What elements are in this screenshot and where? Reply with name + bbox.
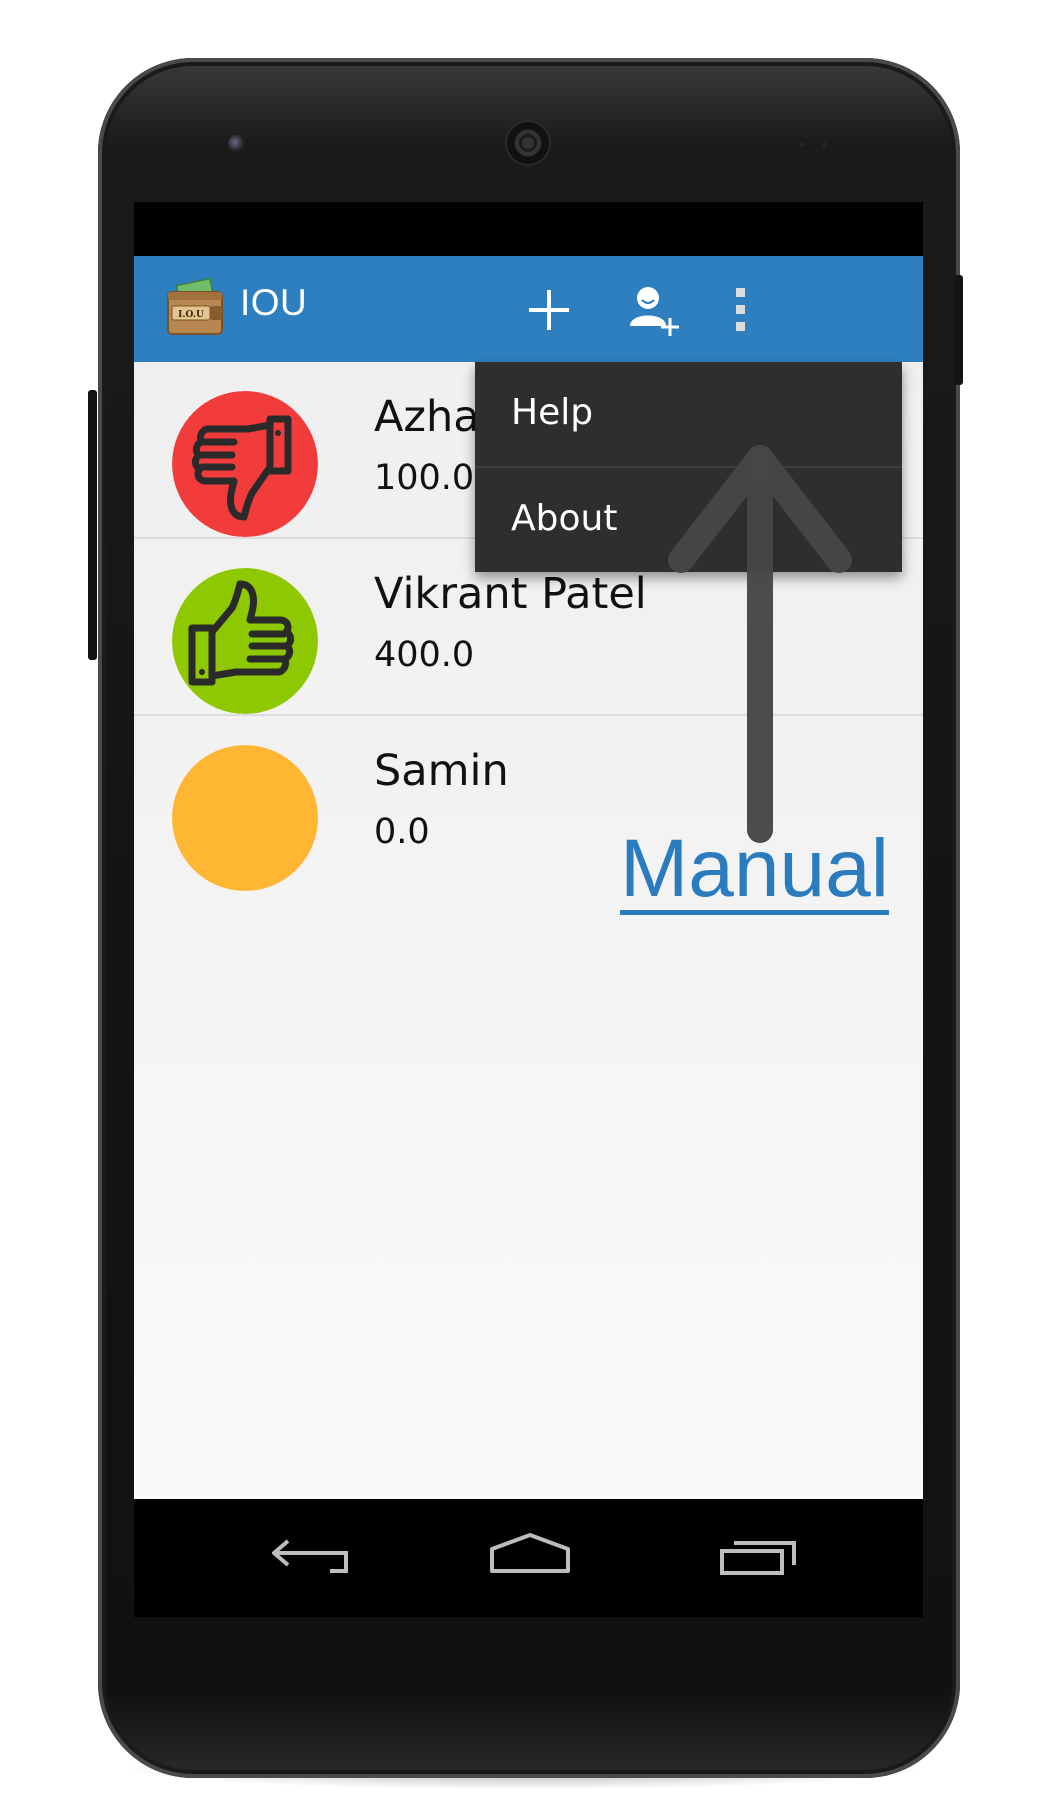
contact-name: Vikrant Patel xyxy=(374,569,647,619)
back-icon[interactable] xyxy=(260,1523,352,1593)
overflow-menu: Help About xyxy=(475,362,902,572)
contact-amount: 400.0 xyxy=(374,635,475,675)
earpiece-speaker xyxy=(507,122,549,164)
avatar-thumbs-up xyxy=(172,568,318,714)
contact-name: Samin xyxy=(374,746,509,796)
menu-item-about[interactable]: About xyxy=(475,468,902,572)
front-camera xyxy=(228,135,246,153)
avatar-thumbs-down xyxy=(172,391,318,537)
avatar-settled xyxy=(172,745,318,891)
light-sensor xyxy=(822,142,827,147)
contact-amount: 100.0 xyxy=(374,458,475,498)
power-button xyxy=(954,275,963,385)
app-title: IOU xyxy=(240,282,308,323)
menu-item-label: About xyxy=(511,498,618,539)
overflow-menu-icon[interactable] xyxy=(708,278,772,342)
contact-name: Azha xyxy=(374,392,480,442)
action-bar: I.O.U IOU xyxy=(134,256,923,362)
plus-icon[interactable] xyxy=(517,278,581,342)
navigation-bar xyxy=(134,1499,923,1617)
iou-wallet-logo-icon[interactable]: I.O.U xyxy=(164,277,226,338)
device-screen: I.O.U IOU Azha 100.0 Vikrant Patel 400.0… xyxy=(134,202,923,1499)
volume-button xyxy=(88,390,97,660)
thumbs-up-icon xyxy=(172,568,318,714)
add-person-icon[interactable] xyxy=(620,278,684,342)
recents-icon[interactable] xyxy=(712,1523,804,1593)
proximity-sensor xyxy=(800,142,805,147)
svg-text:I.O.U: I.O.U xyxy=(178,310,204,320)
menu-item-label: Help xyxy=(511,392,594,433)
thumbs-down-icon xyxy=(172,391,318,537)
menu-item-help[interactable]: Help xyxy=(475,362,902,466)
status-bar xyxy=(134,202,923,256)
manual-annotation-label: Manual xyxy=(620,823,889,914)
contact-amount: 0.0 xyxy=(374,812,430,852)
home-icon[interactable] xyxy=(484,1523,576,1593)
